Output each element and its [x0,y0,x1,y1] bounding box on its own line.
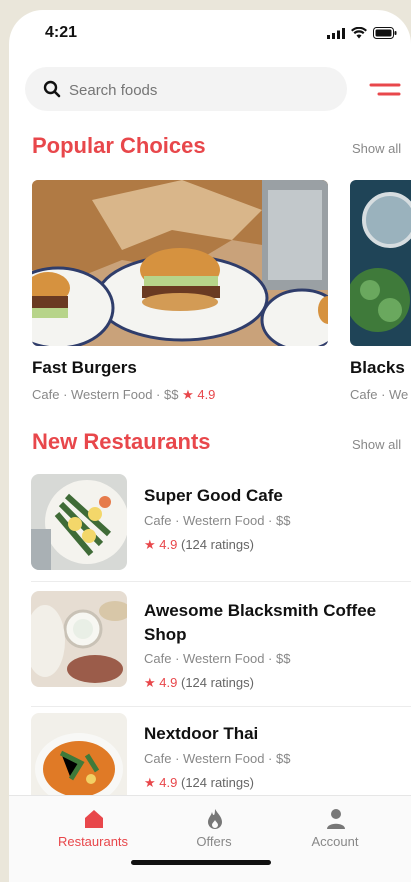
tab-label: Account [311,834,359,849]
rating-value: 4.9 [159,675,178,690]
restaurant-meta: Cafe · Western Food · $$ [144,651,291,666]
fast-burgers-image[interactable] [32,180,328,346]
restaurant-meta: Cafe · Western Food · $$ [144,513,291,528]
search-icon [43,80,61,98]
tab-restaurants[interactable]: Restaurants [28,796,158,866]
rating-value: 4.9 [159,537,178,552]
card-name[interactable]: Fast Burgers [32,358,137,378]
coffee-photo [350,180,411,346]
ratings-count: (124 ratings) [180,775,254,790]
phone-screen: 4:21 Search foods Popular Choices Show a… [9,10,411,882]
user-icon [327,809,345,829]
restaurant-list-item[interactable]: Super Good Cafe Cafe · Western Food · $$… [31,474,411,574]
card-meta: Cafe · Western Food · $$ ★ 4.9 [32,387,215,403]
restaurant-name: Awesome Blacksmith Coffee Shop [144,601,377,644]
popular-choices-title: Popular Choices [32,133,206,158]
card-meta-text: Cafe · We [350,387,409,402]
wifi-icon [351,27,367,39]
popular-show-all-link[interactable]: Show all [352,141,401,156]
search-bar[interactable] [25,67,347,113]
restaurant-list-item[interactable]: Nextdoor Thai Cafe · Western Food · $$ ★… [31,713,411,809]
tab-label: Restaurants [57,834,129,849]
restaurant-list-item[interactable]: Awesome Blacksmith Coffee Shop Cafe · We… [31,591,411,701]
status-icons [327,27,397,39]
new-restaurants-title: New Restaurants [32,429,211,454]
new-restaurants-show-all-link[interactable]: Show all [352,437,401,452]
tab-label: Offers [196,834,232,849]
star-icon: ★ [144,775,156,790]
restaurant-icon [85,810,103,828]
signal-icon [327,27,345,39]
divider [31,706,411,707]
restaurant-rating: ★ 4.9 (124 ratings) [144,675,254,691]
restaurant-meta: Cafe · Western Food · $$ [144,751,291,766]
restaurant-rating: ★ 4.9 (124 ratings) [144,775,254,791]
salad-photo [31,474,127,570]
dishes-photo [31,591,127,687]
flame-icon [208,809,222,829]
battery-icon [373,27,397,39]
tab-account[interactable]: Account [270,796,400,866]
home-indicator [131,860,271,865]
ratings-count: (124 ratings) [180,537,254,552]
burger-photo [32,180,328,346]
card-meta-text: Cafe · Western Food · $$ [32,387,179,402]
restaurant-name: Super Good Cafe [144,486,283,505]
tab-bar: Restaurants Offers Account [9,795,411,882]
card-rating: 4.9 [197,387,216,402]
restaurant-rating: ★ 4.9 (124 ratings) [144,537,254,553]
status-bar: 4:21 [9,10,411,60]
status-time: 4:21 [45,24,78,41]
card-name[interactable]: Blacks [350,358,405,378]
tab-offers[interactable]: Offers [149,796,279,866]
restaurant-image [31,474,127,570]
restaurant-image [31,591,127,687]
blacksmith-card-image[interactable] [350,180,411,346]
search-input[interactable] [67,67,331,113]
rating-value: 4.9 [159,775,178,790]
star-icon: ★ [144,675,156,690]
divider [31,581,411,582]
restaurant-name: Nextdoor Thai [144,724,259,743]
filter-icon[interactable] [369,80,401,100]
star-icon: ★ [182,387,198,402]
star-icon: ★ [144,537,156,552]
ratings-count: (124 ratings) [180,675,254,690]
